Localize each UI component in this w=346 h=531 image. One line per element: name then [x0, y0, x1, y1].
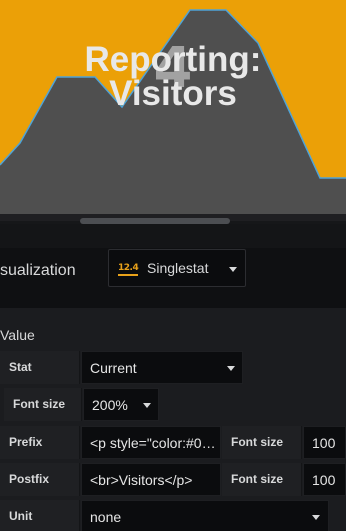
postfix-font-size-select[interactable]: 100: [303, 463, 346, 496]
unit-select-value: none: [90, 509, 122, 525]
chevron-down-icon: [227, 366, 235, 371]
visualization-title: sualization: [0, 262, 76, 279]
prefix-input[interactable]: <p style="color:#0…: [81, 426, 221, 459]
value-options-section: Value Stat Current Font size 200% Prefix…: [0, 308, 346, 531]
panel-editor: sualization 12.4 Singlestat Value Stat C…: [0, 224, 346, 531]
postfix-label: Postfix: [0, 463, 80, 496]
visualization-name: Singlestat: [147, 260, 209, 276]
singlestat-icon: 12.4: [118, 263, 139, 276]
visualization-row: sualization 12.4 Singlestat: [0, 248, 346, 308]
section-title-value: Value: [0, 327, 35, 343]
unit-label: Unit: [0, 500, 80, 531]
chevron-down-icon: [312, 515, 320, 520]
visualization-picker[interactable]: 12.4 Singlestat: [108, 249, 246, 287]
stat-prefix-line1: Reporting:: [84, 40, 262, 79]
postfix-font-size-label: Font size: [222, 463, 302, 496]
stat-select[interactable]: Current: [81, 351, 243, 384]
postfix-input[interactable]: <br>Visitors</p>: [81, 463, 221, 496]
prefix-font-size-select[interactable]: 100: [303, 426, 346, 459]
chevron-down-icon: [143, 403, 151, 408]
prefix-font-size-label: Font size: [222, 426, 302, 459]
singlestat-panel-preview: 4 Reporting: Visitors: [0, 0, 346, 221]
font-size-label: Font size: [4, 388, 82, 421]
prefix-label: Prefix: [0, 426, 80, 459]
font-size-select-value: 200%: [92, 397, 128, 413]
font-size-select[interactable]: 200%: [83, 388, 159, 421]
stat-prefix-line2: Visitors: [109, 74, 237, 113]
stat-label: Stat: [0, 351, 80, 384]
chevron-down-icon: [229, 267, 237, 272]
unit-select[interactable]: none: [81, 500, 329, 531]
stat-prefix-text: Reporting: Visitors: [0, 40, 346, 113]
stat-select-value: Current: [90, 360, 137, 376]
